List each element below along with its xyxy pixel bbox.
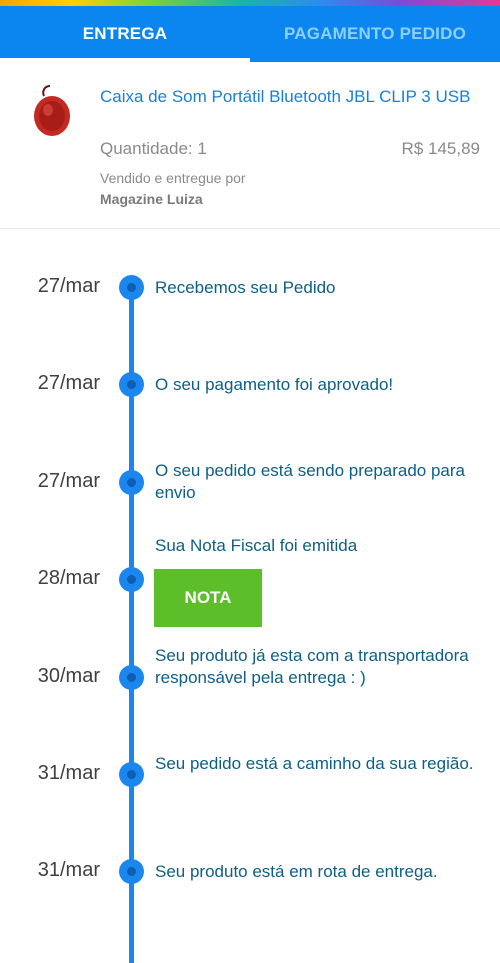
seller-name: Magazine Luiza <box>100 191 203 207</box>
nota-fiscal-button[interactable]: NOTA <box>154 569 262 627</box>
delivery-timeline: 27/mar Recebemos seu Pedido 27/mar O seu… <box>0 228 500 963</box>
event-date: 30/mar <box>37 665 100 687</box>
red-speaker-icon[interactable] <box>28 82 76 140</box>
product-card: Caixa de Som Portátil Bluetooth JBL CLIP… <box>0 62 500 229</box>
event-text: Seu pedido está a caminho da sua região. <box>155 754 474 773</box>
event-text: Seu produto já esta com a transportadora… <box>155 646 469 687</box>
seller-info: Vendido e entregue por Magazine Luiza <box>100 168 246 210</box>
event-text: O seu pagamento foi aprovado! <box>155 375 394 394</box>
timeline-dot <box>119 567 144 592</box>
timeline-dot <box>119 762 144 787</box>
event-date: 27/mar <box>37 275 100 297</box>
timeline-dot <box>119 275 144 300</box>
event-text: O seu pedido está sendo preparado para e… <box>155 461 466 502</box>
product-price: R$ 145,89 <box>401 139 480 158</box>
timeline-dot <box>119 859 144 884</box>
tab-pagamento-pedido[interactable]: PAGAMENTO PEDIDO <box>250 6 500 62</box>
event-text: Seu produto está em rota de entrega. <box>155 862 438 881</box>
tab-entrega[interactable]: ENTREGA <box>0 6 250 62</box>
sold-by-label: Vendido e entregue por <box>100 170 246 186</box>
tab-bar: ENTREGA PAGAMENTO PEDIDO <box>0 6 500 62</box>
event-text: Sua Nota Fiscal foi emitida <box>155 536 358 555</box>
timeline-dot <box>119 665 144 690</box>
timeline-dot <box>119 470 144 495</box>
timeline-dot <box>119 372 144 397</box>
event-date: 31/mar <box>37 859 100 881</box>
event-date: 31/mar <box>37 762 100 784</box>
product-name-link[interactable]: Caixa de Som Portátil Bluetooth JBL CLIP… <box>100 86 485 108</box>
event-date: 27/mar <box>37 372 100 394</box>
event-date: 28/mar <box>37 567 100 589</box>
event-date: 27/mar <box>37 470 100 492</box>
event-text: Recebemos seu Pedido <box>155 278 336 297</box>
product-quantity: Quantidade: 1 <box>100 139 207 158</box>
